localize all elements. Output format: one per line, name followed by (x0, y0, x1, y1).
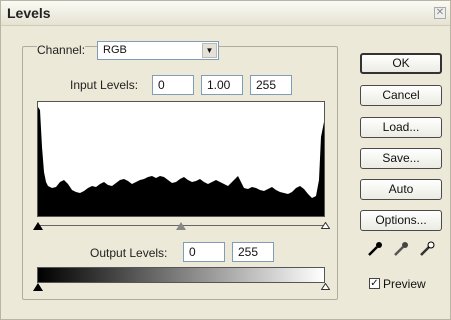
channel-label: Channel: (37, 43, 86, 57)
input-black-field[interactable]: 0 (152, 75, 194, 95)
histogram-graph (38, 107, 324, 216)
ok-button[interactable]: OK (360, 53, 442, 74)
title-bar: Levels ✕ (1, 1, 450, 26)
input-white-field[interactable]: 255 (250, 75, 292, 95)
input-levels-label: Input Levels: (70, 78, 139, 92)
output-levels-label: Output Levels: (90, 246, 168, 260)
auto-button[interactable]: Auto (360, 179, 442, 200)
preview-label: Preview (383, 277, 426, 291)
output-black-slider[interactable] (33, 283, 43, 291)
input-white-slider[interactable] (321, 222, 330, 229)
channel-select[interactable]: RGB ▼ (97, 41, 219, 60)
white-eyedropper-icon[interactable] (418, 240, 436, 258)
input-gamma-slider[interactable] (176, 222, 186, 230)
dialog-title: Levels (7, 5, 51, 21)
output-gradient-bar (37, 267, 325, 283)
options-button[interactable]: Options... (360, 210, 442, 231)
cancel-button[interactable]: Cancel (360, 85, 442, 106)
input-black-slider[interactable] (33, 222, 43, 230)
preview-checkbox[interactable]: ✓ (369, 278, 380, 289)
output-white-slider[interactable] (321, 283, 330, 290)
channel-value: RGB (103, 44, 127, 56)
histogram-shape (38, 107, 324, 216)
save-button[interactable]: Save... (360, 148, 442, 169)
histogram (37, 101, 325, 217)
output-black-field[interactable]: 0 (183, 242, 225, 262)
black-eyedropper-icon[interactable] (366, 240, 384, 258)
load-button[interactable]: Load... (360, 117, 442, 138)
close-button[interactable]: ✕ (434, 7, 446, 19)
input-gamma-field[interactable]: 1.00 (201, 75, 243, 95)
output-white-field[interactable]: 255 (232, 242, 274, 262)
chevron-down-icon[interactable]: ▼ (202, 43, 217, 58)
checkmark-icon: ✓ (370, 278, 379, 289)
gray-eyedropper-icon[interactable] (392, 240, 410, 258)
close-icon: ✕ (435, 7, 445, 18)
